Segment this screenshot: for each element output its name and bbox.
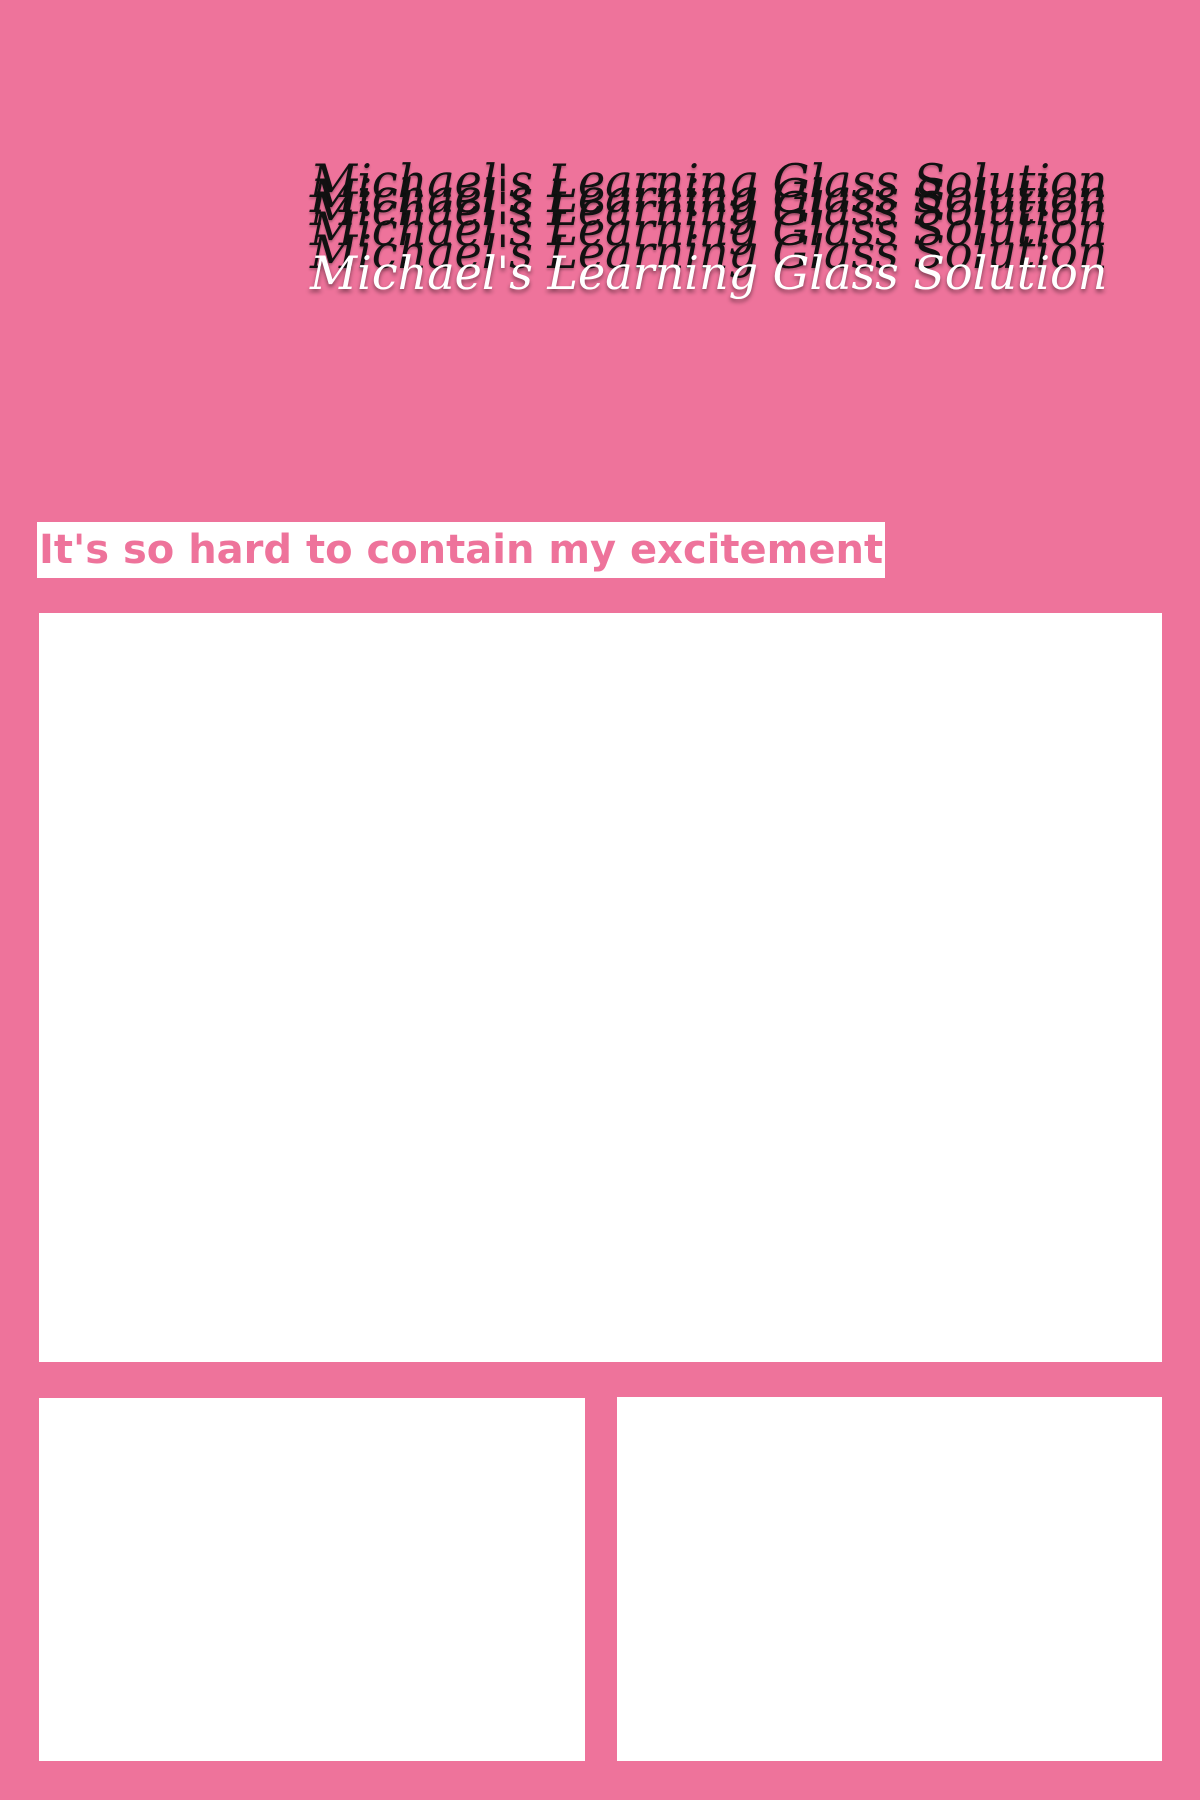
left-content-panel (39, 1398, 585, 1761)
page: Michael's Learning Glass Solution Michae… (0, 0, 1200, 1800)
logo-text: Michael's Learning Glass Solution (310, 246, 1108, 300)
right-content-panel (617, 1397, 1162, 1761)
site-logo[interactable]: Michael's Learning Glass Solution Michae… (260, 150, 1108, 330)
main-content-panel (39, 613, 1162, 1362)
hero-heading: It's so hard to contain my excitement (37, 522, 886, 578)
